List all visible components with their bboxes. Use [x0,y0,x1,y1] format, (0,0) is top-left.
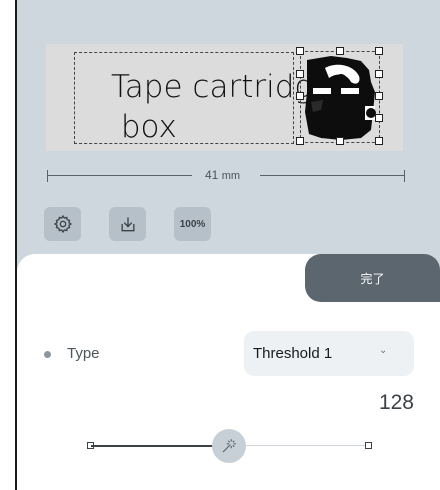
resize-handle-left[interactable] [296,92,304,100]
type-bullet [44,351,51,358]
width-ruler: 41 mm [47,168,405,184]
threshold-type-value: Threshold 1 [253,345,333,362]
resize-handle-top-left[interactable] [296,47,304,55]
gear-icon [53,214,72,234]
threshold-slider[interactable] [87,427,373,463]
resize-handle-top-right[interactable] [375,47,383,55]
label-text-line-2: box [111,109,177,145]
threshold-type-select[interactable]: Threshold 1 ⌄ [244,331,414,376]
resize-handle-mid-right-lower[interactable] [375,114,383,122]
label-text[interactable]: Tape cartridge box [111,67,332,147]
text-object-frame[interactable]: Tape cartridge box [74,52,332,145]
slider-thumb[interactable] [212,429,246,463]
label-preview: Tape cartridge box [46,44,403,151]
ruler-cap-right [404,170,405,182]
resize-handle-top[interactable] [336,47,344,55]
settings-button[interactable] [44,207,81,241]
resize-handle-bottom-right[interactable] [375,137,383,145]
left-window-edge [0,0,17,490]
ruler-label: 41 mm [205,168,240,182]
width-value: 41 [205,168,219,182]
ruler-line-left [47,175,192,176]
label-editor-area: Tape cartridge box 41 mm 100% [17,0,440,270]
width-unit: mm [221,170,241,182]
slider-track-filled [91,445,225,447]
resize-handle-bottom-left[interactable] [296,137,304,145]
ruler-cap-left [47,170,48,182]
slider-track-empty [245,445,367,446]
done-button[interactable]: 完了 [305,254,440,302]
magic-wand-icon [222,439,236,453]
resize-handle-bottom[interactable] [336,137,344,145]
ruler-line-right [260,175,405,176]
download-button[interactable] [109,207,146,241]
type-label: Type [67,345,100,362]
threshold-value: 128 [378,391,414,414]
tape-cartridge-image [305,56,376,140]
chevron-down-icon: ⌄ [379,345,388,356]
resize-handle-mid-left-upper[interactable] [296,70,304,78]
zoom-button[interactable]: 100% [174,207,211,241]
image-object-frame[interactable] [296,47,383,145]
resize-handle-right[interactable] [375,92,383,100]
resize-handle-mid-right-upper[interactable] [375,70,383,78]
zoom-label: 100% [179,218,206,230]
download-icon [121,217,134,232]
slider-max-marker [365,442,372,449]
